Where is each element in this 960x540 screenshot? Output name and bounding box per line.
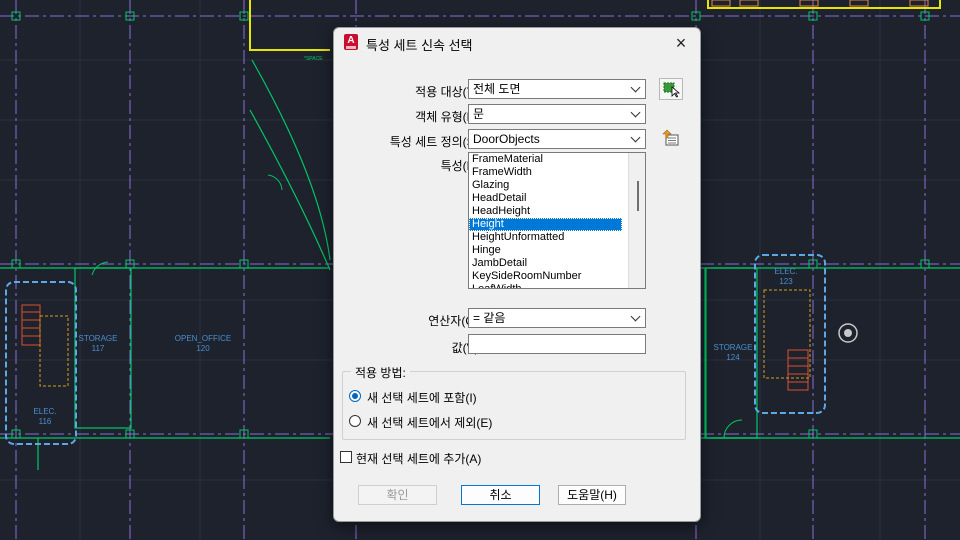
properties-scrollbar[interactable] xyxy=(628,153,645,288)
room-number-124: 124 xyxy=(726,353,740,362)
append-checkbox[interactable] xyxy=(340,451,352,463)
room-name-storage-124: STORAGE xyxy=(714,343,753,352)
room-number-120: 120 xyxy=(196,344,210,353)
list-item[interactable]: JambDetail xyxy=(469,257,622,270)
object-type-value: 문 xyxy=(473,107,485,121)
list-item[interactable]: KeySideRoomNumber xyxy=(469,270,622,283)
exclude-radio-label[interactable]: 새 선택 세트에서 제외(E) xyxy=(367,414,492,431)
append-checkbox-label[interactable]: 현재 선택 세트에 추가(A) xyxy=(356,450,481,467)
chevron-down-icon xyxy=(630,311,641,322)
quick-select-property-set-dialog: A 특성 세트 신속 선택 × 적용 대상(Y): 전체 도면 객체 유형(B)… xyxy=(333,27,701,522)
chevron-down-icon xyxy=(630,82,641,93)
ok-button[interactable]: 확인 xyxy=(358,485,437,505)
property-set-browse-button[interactable] xyxy=(659,128,683,150)
chevron-down-icon xyxy=(630,132,641,143)
room-number-117: 117 xyxy=(92,344,105,353)
autocad-app-icon: A xyxy=(344,34,358,50)
include-radio[interactable] xyxy=(349,390,361,402)
list-item[interactable]: HeadDetail xyxy=(469,192,622,205)
space-tag: *SPACE xyxy=(304,56,323,62)
object-type-dropdown[interactable]: 문 xyxy=(468,104,646,124)
operator-dropdown[interactable]: = 같음 xyxy=(468,308,646,328)
apply-to-value: 전체 도면 xyxy=(473,82,521,96)
list-item[interactable]: HeadHeight xyxy=(469,205,622,218)
how-to-apply-group: 적용 방법: 새 선택 세트에 포함(I) 새 선택 세트에서 제외(E) xyxy=(342,364,686,440)
exclude-radio[interactable] xyxy=(349,415,361,427)
chevron-down-icon xyxy=(630,107,641,118)
select-objects-button[interactable] xyxy=(659,78,683,100)
room-name-elec-116: ELEC. xyxy=(33,407,56,416)
dialog-titlebar[interactable]: A 특성 세트 신속 선택 × xyxy=(334,28,700,58)
apply-to-dropdown[interactable]: 전체 도면 xyxy=(468,79,646,99)
scrollbar-thumb[interactable] xyxy=(637,181,639,211)
property-set-icon xyxy=(662,129,679,146)
how-to-apply-label: 적용 방법: xyxy=(351,364,410,381)
properties-listbox[interactable]: FrameMaterial FrameWidth Glazing HeadDet… xyxy=(468,152,646,289)
list-item[interactable]: Hinge xyxy=(469,244,622,257)
list-item[interactable]: HeightUnformatted xyxy=(469,231,622,244)
room-name-open-office: OPEN_OFFICE xyxy=(175,334,231,343)
help-button[interactable]: 도움말(H) xyxy=(558,485,626,505)
property-set-definition-value: DoorObjects xyxy=(473,132,540,146)
room-name-elec-123: ELEC. xyxy=(774,267,797,276)
include-radio-label[interactable]: 새 선택 세트에 포함(I) xyxy=(367,389,477,406)
close-icon[interactable]: × xyxy=(670,32,692,54)
list-item[interactable]: Glazing xyxy=(469,179,622,192)
operator-value: = 같음 xyxy=(473,311,506,325)
property-set-definition-dropdown[interactable]: DoorObjects xyxy=(468,129,646,149)
room-number-116: 116 xyxy=(39,417,52,426)
list-item[interactable]: FrameWidth xyxy=(469,166,622,179)
select-objects-icon xyxy=(663,82,681,98)
list-item[interactable]: LeafWidth xyxy=(469,283,622,288)
list-item[interactable]: FrameMaterial xyxy=(469,153,622,166)
dialog-title: 특성 세트 신속 선택 xyxy=(366,38,473,53)
cancel-button[interactable]: 취소 xyxy=(461,485,540,505)
value-input[interactable] xyxy=(468,334,646,354)
room-name-storage-117: STORAGE xyxy=(79,334,118,343)
list-item-selected[interactable]: Height xyxy=(469,218,622,231)
room-number-123: 123 xyxy=(779,277,793,286)
